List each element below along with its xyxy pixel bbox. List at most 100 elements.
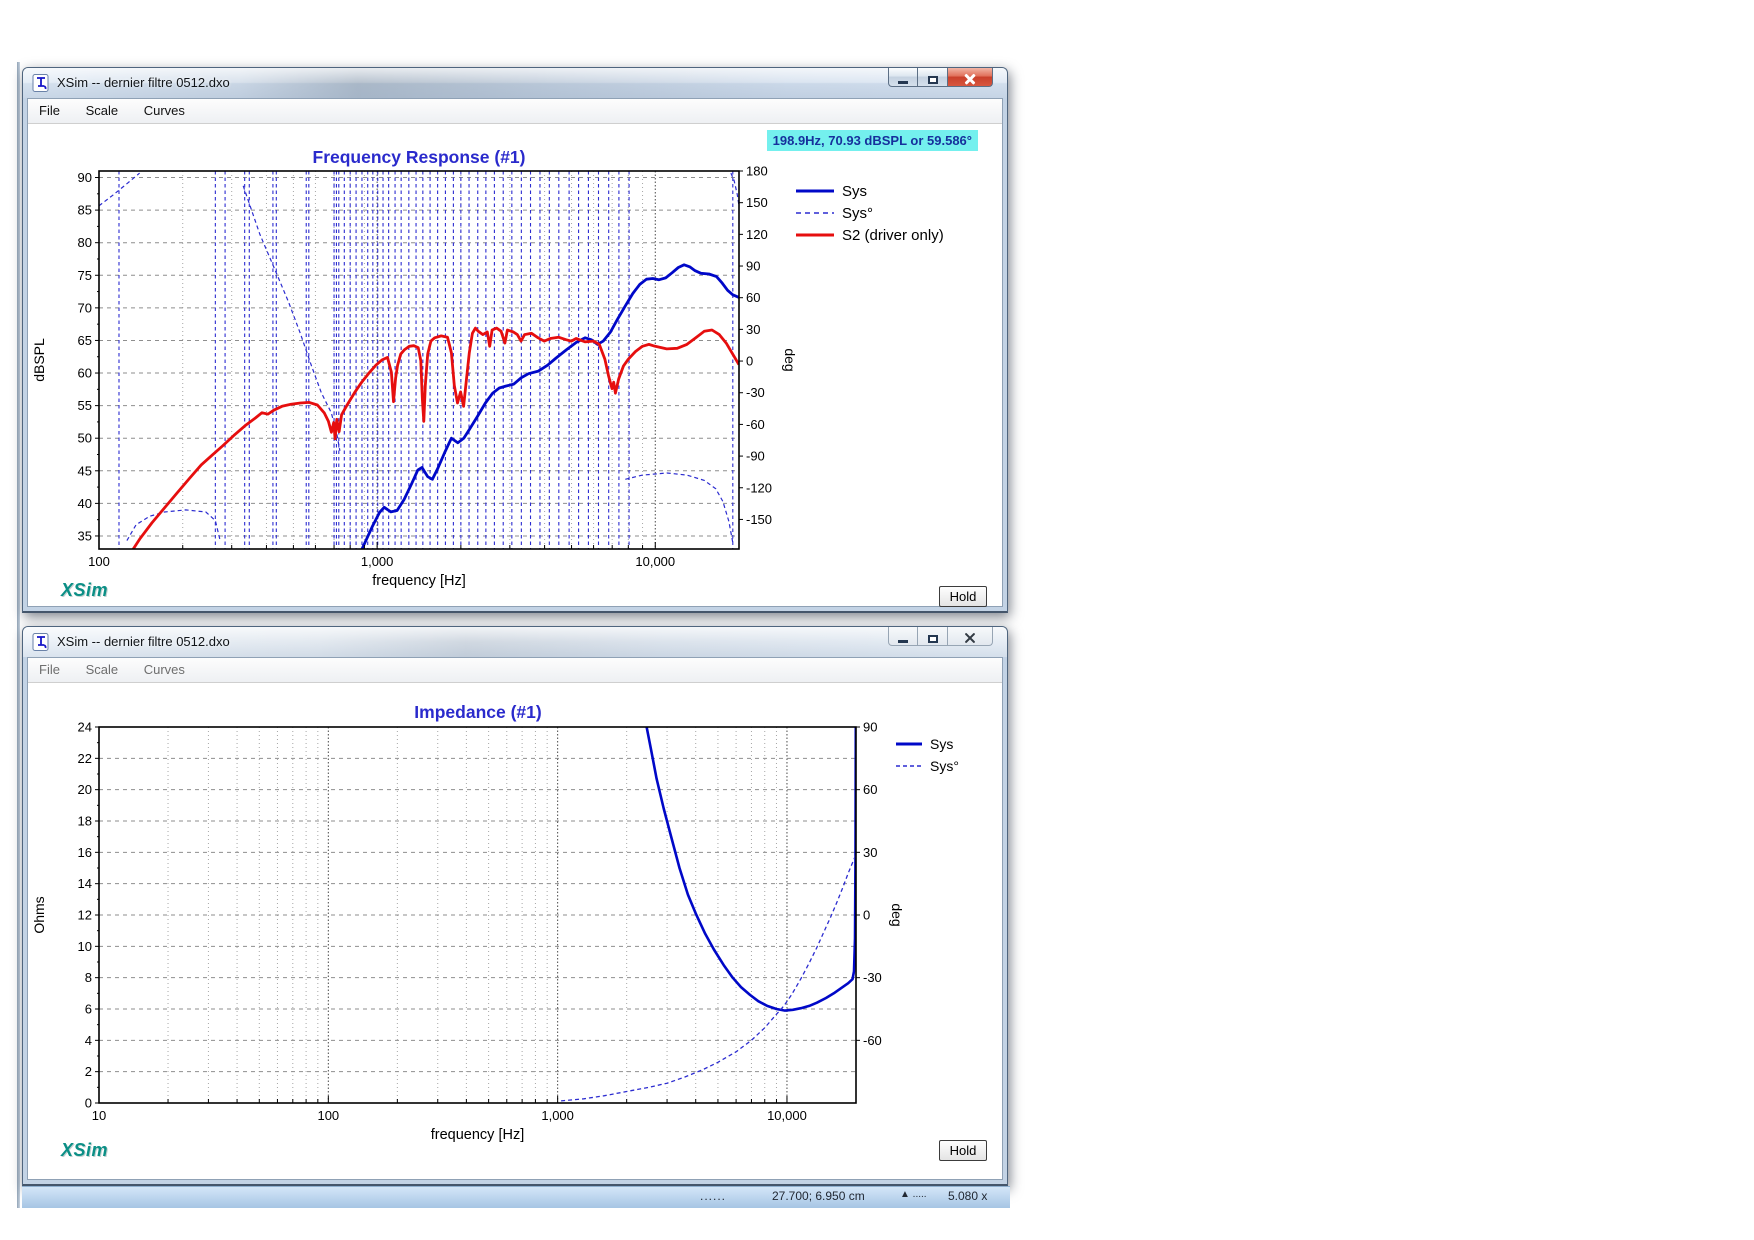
xsim-logo: XSim bbox=[61, 580, 109, 600]
svg-text:10,000: 10,000 bbox=[635, 554, 675, 569]
title-bar[interactable]: XSim -- dernier filtre 0512.dxo bbox=[23, 68, 1007, 98]
close-button[interactable] bbox=[947, 68, 993, 87]
chart-title: Frequency Response (#1) bbox=[313, 147, 526, 167]
impedance-curve bbox=[645, 727, 856, 1012]
menu-bar: File Scale Curves bbox=[28, 658, 1002, 683]
background-status-bar: ...... 27.700; 6.950 cm ▲ ..... 5.080 x bbox=[22, 1186, 1010, 1208]
axis-ticks-and-labels: 024681012141618202224-60-30030609010 100 1… bbox=[31, 702, 905, 1143]
sys-spl-curve bbox=[360, 263, 739, 549]
svg-text:14: 14 bbox=[78, 876, 92, 891]
menu-item-file[interactable]: File bbox=[28, 99, 71, 124]
svg-text:50: 50 bbox=[78, 431, 92, 446]
svg-text:35: 35 bbox=[78, 528, 92, 543]
maximize-icon bbox=[927, 75, 938, 84]
minimize-button[interactable] bbox=[888, 68, 918, 87]
xsim-app-icon bbox=[32, 633, 50, 651]
svg-text:65: 65 bbox=[78, 333, 92, 348]
menu-item-scale[interactable]: Scale bbox=[75, 99, 130, 124]
svg-text:10: 10 bbox=[92, 1108, 106, 1123]
menu-bar: File Scale Curves bbox=[28, 99, 1002, 124]
xsim-logo: XSim bbox=[61, 1140, 109, 1160]
svg-text:1,000: 1,000 bbox=[541, 1108, 574, 1123]
svg-text:75: 75 bbox=[78, 268, 92, 283]
status-marker: ▲ ..... bbox=[900, 1189, 927, 1200]
svg-text:16: 16 bbox=[78, 845, 92, 860]
svg-text:-90: -90 bbox=[746, 449, 765, 464]
svg-text:90: 90 bbox=[746, 259, 760, 274]
grid-lines bbox=[98, 171, 740, 549]
svg-text:45: 45 bbox=[78, 463, 92, 478]
svg-text:1,000: 1,000 bbox=[361, 554, 394, 569]
window-client-area: File Scale Curves 0 2 4 6 8 10 12 14 16 18 20 22 24-… bbox=[27, 657, 1003, 1180]
svg-text:120: 120 bbox=[746, 227, 768, 242]
x-axis-label: frequency [Hz] bbox=[372, 573, 466, 589]
svg-text:60: 60 bbox=[746, 290, 760, 305]
close-button[interactable] bbox=[947, 627, 993, 646]
svg-text:0: 0 bbox=[863, 908, 870, 923]
window-title: XSim -- dernier filtre 0512.dxo bbox=[57, 634, 230, 649]
cursor-readout-badge: 198.9Hz, 70.93 dBSPL or 59.586° bbox=[766, 130, 978, 151]
minimize-button[interactable] bbox=[888, 627, 918, 646]
maximize-icon bbox=[927, 634, 938, 643]
status-measurement: 27.700; 6.950 cm bbox=[772, 1189, 865, 1203]
svg-text:-30: -30 bbox=[746, 385, 765, 400]
svg-text:10,000: 10,000 bbox=[767, 1108, 807, 1123]
svg-text:8: 8 bbox=[85, 970, 92, 985]
svg-text:22: 22 bbox=[78, 751, 92, 766]
svg-text:-60: -60 bbox=[746, 417, 765, 432]
y-axis-label: dBSPL bbox=[31, 338, 47, 382]
window-controls bbox=[888, 627, 993, 646]
svg-text:-120: -120 bbox=[746, 480, 772, 495]
legend: Sys Sys° bbox=[896, 736, 959, 774]
svg-text:10: 10 bbox=[78, 939, 92, 954]
svg-text:100: 100 bbox=[88, 554, 110, 569]
status-scale: 5.080 x bbox=[948, 1189, 988, 1203]
impedance-plot[interactable]: 024681012141618202224-60-30030609010 100 1… bbox=[28, 684, 1004, 1182]
svg-text:24: 24 bbox=[78, 720, 92, 735]
x-axis-label: frequency [Hz] bbox=[431, 1127, 525, 1143]
chart-title: Impedance (#1) bbox=[414, 702, 541, 722]
window-client-area: File Scale Curves 35 40 45 50 55 60 65 70 75 80 85… bbox=[27, 98, 1003, 607]
impedance-chart-area: 0 2 4 6 8 10 12 14 16 18 20 22 24 -60 -30 0 30 60 90 10 100 1… bbox=[28, 684, 1002, 1179]
svg-text:2: 2 bbox=[85, 1064, 92, 1079]
hold-button[interactable]: Hold bbox=[939, 1140, 987, 1161]
window-controls bbox=[888, 68, 993, 87]
svg-text:180: 180 bbox=[746, 164, 768, 179]
hold-button[interactable]: Hold bbox=[939, 586, 987, 607]
svg-text:80: 80 bbox=[78, 235, 92, 250]
title-bar[interactable]: XSim -- dernier filtre 0512.dxo bbox=[23, 627, 1007, 657]
window-title: XSim -- dernier filtre 0512.dxo bbox=[57, 75, 230, 90]
svg-text:60: 60 bbox=[78, 366, 92, 381]
legend: Sys Sys° S2 (driver only) bbox=[796, 183, 944, 244]
maximize-button[interactable] bbox=[918, 68, 947, 87]
minimize-icon bbox=[898, 80, 908, 84]
y2-axis-label: deg bbox=[889, 903, 905, 926]
svg-text:70: 70 bbox=[78, 300, 92, 315]
maximize-button[interactable] bbox=[918, 627, 947, 646]
svg-text:20: 20 bbox=[78, 782, 92, 797]
status-dots: ...... bbox=[700, 1189, 727, 1203]
svg-text:12: 12 bbox=[78, 908, 92, 923]
s2-spl-curve bbox=[131, 326, 739, 549]
menu-item-scale[interactable]: Scale bbox=[75, 658, 130, 683]
legend-label: Sys bbox=[842, 183, 867, 200]
window-impedance: XSim -- dernier filtre 0512.dxo File Sca… bbox=[22, 626, 1008, 1186]
svg-text:90: 90 bbox=[863, 720, 877, 735]
svg-text:30: 30 bbox=[863, 845, 877, 860]
svg-text:-60: -60 bbox=[863, 1033, 882, 1048]
desktop-background: XSim -- dernier filtre 0512.dxo File Sca… bbox=[0, 0, 1754, 1240]
legend-label: S2 (driver only) bbox=[842, 227, 944, 244]
legend-label: Sys° bbox=[842, 205, 873, 222]
svg-text:-30: -30 bbox=[863, 970, 882, 985]
svg-text:85: 85 bbox=[78, 203, 92, 218]
window-frequency-response: XSim -- dernier filtre 0512.dxo File Sca… bbox=[22, 67, 1008, 613]
svg-text:55: 55 bbox=[78, 398, 92, 413]
menu-item-curves[interactable]: Curves bbox=[133, 99, 196, 124]
svg-text:6: 6 bbox=[85, 1002, 92, 1017]
frequency-response-plot[interactable]: 35 40 45 50 55 60 65 70 75 80 85 90 -150 -120 -90 -60 -3… bbox=[28, 125, 1004, 609]
svg-text:100: 100 bbox=[317, 1108, 339, 1123]
frequency-response-chart-area: 35 40 45 50 55 60 65 70 75 80 85 90 -150 -120 -90 -60 -3… bbox=[28, 125, 1004, 609]
menu-item-curves[interactable]: Curves bbox=[133, 658, 196, 683]
svg-text:90: 90 bbox=[78, 170, 92, 185]
menu-item-file[interactable]: File bbox=[28, 658, 71, 683]
